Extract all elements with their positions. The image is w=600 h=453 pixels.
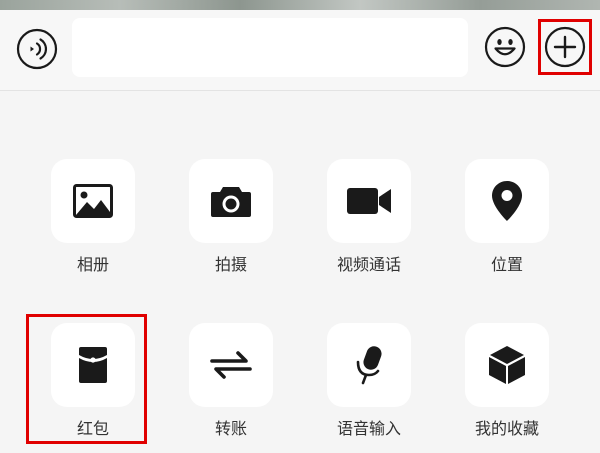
- favorites-tile: [465, 323, 549, 407]
- panel-item-label: 位置: [490, 255, 523, 274]
- panel-item-location[interactable]: 位置: [452, 159, 562, 289]
- panel-item-label: 拍摄: [214, 255, 247, 274]
- panel-item-transfer[interactable]: 转账: [176, 323, 286, 453]
- emoji-button[interactable]: [484, 26, 526, 68]
- panel-item-favorites[interactable]: 我的收藏: [452, 323, 562, 453]
- red-packet-tile: [51, 323, 135, 407]
- more-button[interactable]: [544, 26, 586, 68]
- panel-item-label: 红包: [76, 419, 109, 438]
- album-tile: [51, 159, 135, 243]
- emoji-icon: [484, 26, 526, 68]
- video-call-tile: [327, 159, 411, 243]
- camera-icon: [211, 187, 251, 217]
- voice-button[interactable]: [16, 28, 58, 70]
- panel-item-camera[interactable]: 拍摄: [176, 159, 286, 289]
- transfer-tile: [189, 323, 273, 407]
- message-input[interactable]: [72, 18, 468, 77]
- camera-tile: [189, 159, 273, 243]
- background-strip: [0, 0, 600, 10]
- panel-item-label: 相册: [76, 255, 109, 274]
- red-packet-icon: [79, 347, 107, 383]
- panel-item-voice-input[interactable]: 语音输入: [314, 323, 424, 453]
- panel-item-red-packet[interactable]: 红包: [38, 323, 148, 453]
- voice-input-tile: [327, 323, 411, 407]
- voice-icon: [16, 28, 58, 70]
- panel-item-label: 转账: [214, 419, 247, 438]
- panel-item-album[interactable]: 相册: [38, 159, 148, 289]
- panel-item-video-call[interactable]: 视频通话: [314, 159, 424, 289]
- panel-item-label: 视频通话: [336, 255, 401, 274]
- location-tile: [465, 159, 549, 243]
- transfer-icon: [210, 351, 252, 379]
- panel-item-label: 我的收藏: [474, 419, 539, 438]
- location-icon: [492, 181, 522, 221]
- panel-item-label: 语音输入: [336, 419, 401, 438]
- microphone-icon: [356, 346, 382, 385]
- chat-input-bar: [0, 10, 600, 91]
- favorites-icon: [489, 346, 525, 384]
- plus-icon: [544, 26, 586, 68]
- video-call-icon: [347, 188, 391, 214]
- photo-icon: [73, 184, 113, 218]
